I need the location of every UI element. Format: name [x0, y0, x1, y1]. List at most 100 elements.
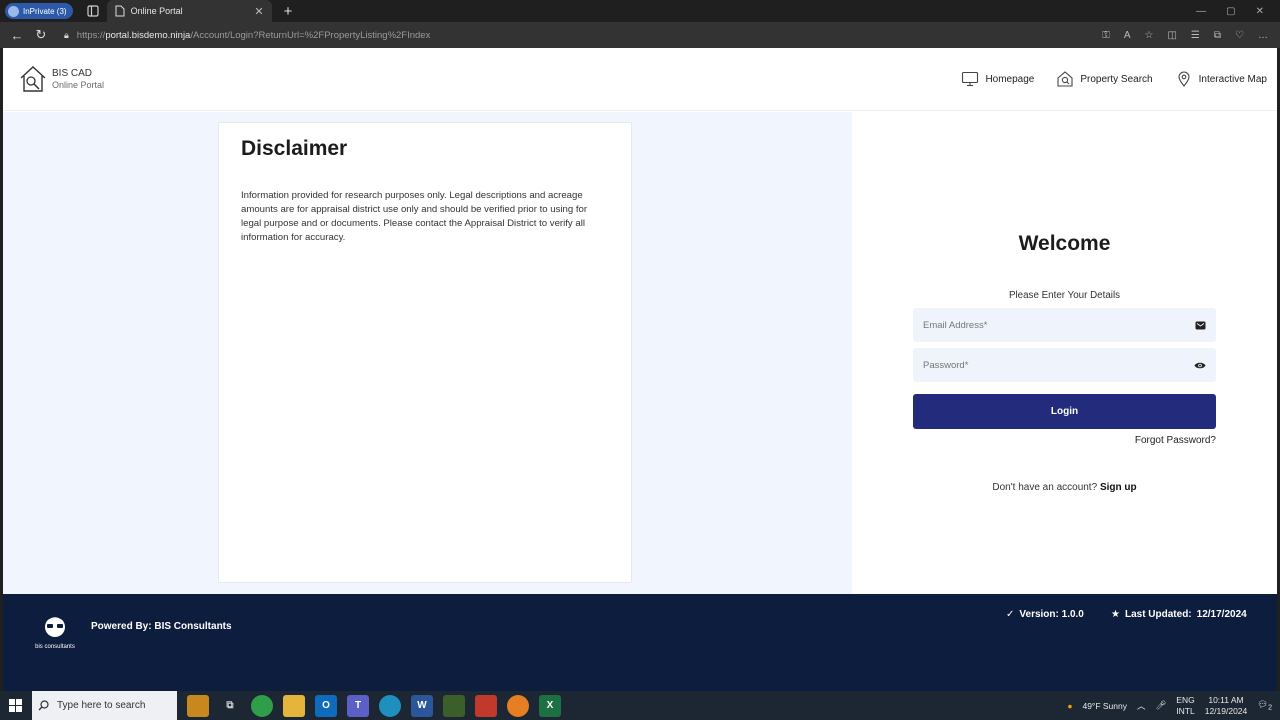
browser-essentials-icon[interactable]: ♡	[1235, 30, 1244, 41]
search-placeholder: Type here to search	[57, 700, 146, 711]
brand[interactable]: BIS CAD Online Portal	[52, 68, 104, 91]
no-account-text: Don't have an account?	[992, 482, 1098, 493]
taskbar-apps: ⧉ O T W X	[187, 694, 561, 717]
check-icon: ✓	[1006, 609, 1015, 620]
search-icon	[38, 700, 49, 711]
more-menu-icon[interactable]: …	[1258, 30, 1268, 41]
url-field[interactable]: https://portal.bisdemo.ninja/Account/Log…	[77, 30, 431, 41]
version-info: ✓ Version: 1.0.0	[1006, 609, 1084, 620]
page-icon	[115, 5, 125, 17]
microphone-icon[interactable]: 🎤︎	[1156, 700, 1167, 711]
key-icon[interactable]: ⚿	[1102, 30, 1110, 41]
monitor-icon	[962, 71, 979, 87]
password-field[interactable]	[913, 348, 1216, 382]
email-field[interactable]	[913, 308, 1216, 342]
date: 12/19/2024	[1204, 705, 1248, 716]
top-nav: Homepage Property Search Interactive Map	[961, 70, 1267, 88]
welcome-heading: Welcome	[1018, 232, 1111, 255]
login-button[interactable]: Login	[913, 394, 1216, 429]
window-controls: — ▢ ✕	[1196, 6, 1264, 17]
lang-1: ENG	[1176, 694, 1195, 705]
logo-text: bis consultants	[35, 644, 75, 650]
weather-text[interactable]: 49°F Sunny	[1082, 701, 1127, 711]
lang-2: INTL	[1176, 705, 1195, 716]
search-house-icon	[1057, 71, 1073, 87]
windows-taskbar: Type here to search ⧉ O T W X ● 49°F Sun…	[0, 691, 1280, 720]
browser-toolbar: ⚿ A ☆ ◫ ☰ ⧉ ♡ …	[1102, 30, 1268, 41]
nav-property-search[interactable]: Property Search	[1056, 70, 1153, 88]
minimize-icon[interactable]: —	[1196, 6, 1206, 17]
favorites-icon[interactable]: ☰	[1191, 30, 1200, 41]
disclaimer-panel: Disclaimer Information provided for rese…	[3, 112, 852, 594]
work-briefcase-icon[interactable]	[187, 694, 209, 717]
nav-homepage[interactable]: Homepage	[961, 70, 1034, 88]
back-icon[interactable]: ←	[10, 28, 24, 43]
bis-consultants-logo: bis consultants	[35, 615, 75, 650]
tab-actions-icon[interactable]	[85, 3, 101, 19]
file-explorer-icon[interactable]	[283, 694, 305, 717]
outlook-icon[interactable]: O	[315, 694, 337, 717]
disclaimer-text: Information provided for research purpos…	[241, 190, 588, 243]
excel-icon[interactable]: X	[539, 694, 561, 717]
close-tab-icon[interactable]: ✕	[254, 5, 263, 18]
disclaimer-card: Disclaimer Information provided for rese…	[218, 122, 632, 583]
close-window-icon[interactable]: ✕	[1256, 6, 1264, 17]
maximize-icon[interactable]: ▢	[1226, 6, 1235, 17]
last-updated-date: 12/17/2024	[1196, 609, 1247, 620]
disclaimer-title: Disclaimer	[241, 137, 348, 160]
star-icon: ★	[1111, 609, 1120, 620]
drawing-app-icon[interactable]	[507, 694, 529, 717]
site-footer: bis consultants Powered By: BIS Consulta…	[3, 594, 1277, 691]
taskbar-search[interactable]: Type here to search	[32, 691, 177, 720]
nav-interactive-map[interactable]: Interactive Map	[1175, 70, 1267, 88]
browser-tab-bar: InPrivate (3) Online Portal ✕ + — ▢ ✕	[0, 0, 1280, 22]
nav-homepage-label: Homepage	[985, 73, 1035, 85]
system-tray: ● 49°F Sunny ︿ 🎤︎ ENG INTL 10:11 AM 12/1…	[1067, 695, 1272, 717]
envelope-icon	[1194, 319, 1206, 331]
password-input[interactable]	[923, 359, 1194, 371]
profile-avatar	[8, 5, 19, 17]
lock-icon[interactable]: 🔒︎	[64, 30, 69, 41]
sign-up-link[interactable]: Sign up	[1100, 482, 1137, 493]
map-pin-icon	[1178, 71, 1190, 87]
clock[interactable]: 10:11 AM 12/19/2024	[1205, 695, 1248, 717]
collections-icon[interactable]: ⧉	[1214, 30, 1221, 41]
url-scheme: https://	[76, 29, 106, 41]
version-text: Version: 1.0.0	[1019, 609, 1084, 620]
main-content: Disclaimer Information provided for rese…	[3, 112, 1277, 594]
read-aloud-icon[interactable]: A	[1124, 30, 1131, 41]
refresh-icon[interactable]: ↻	[34, 27, 48, 43]
chrome-icon[interactable]	[251, 694, 273, 717]
login-panel: Welcome Please Enter Your Details Login …	[852, 112, 1277, 594]
inprivate-badge[interactable]: InPrivate (3)	[5, 3, 73, 19]
weather-icon[interactable]: ●	[1067, 701, 1072, 711]
new-tab-icon[interactable]: +	[284, 3, 293, 20]
email-input[interactable]	[923, 319, 1194, 331]
word-icon[interactable]: W	[411, 694, 433, 717]
language-indicator[interactable]: ENG INTL	[1176, 695, 1194, 717]
brand-subtitle: Online Portal	[52, 79, 105, 90]
task-view-icon[interactable]: ⧉	[219, 695, 241, 717]
teams-icon[interactable]: T	[347, 694, 369, 717]
browser-tab[interactable]: Online Portal ✕	[106, 0, 272, 22]
nav-interactive-map-label: Interactive Map	[1198, 73, 1267, 85]
favorite-star-icon[interactable]: ☆	[1145, 30, 1154, 41]
notification-icon[interactable]: 💬︎2	[1257, 699, 1272, 712]
house-logo-icon[interactable]	[18, 63, 48, 95]
login-subtitle: Please Enter Your Details	[1008, 290, 1121, 301]
chevron-up-icon[interactable]: ︿	[1137, 700, 1146, 712]
address-bar: ← ↻ 🔒︎ https://portal.bisdemo.ninja/Acco…	[0, 22, 1280, 48]
terminal-app-icon[interactable]	[443, 694, 465, 717]
url-path: /Account/Login?ReturnUrl=%2FPropertyList…	[190, 29, 431, 41]
last-updated-label: Last Updated:	[1124, 609, 1192, 620]
site-header: BIS CAD Online Portal Homepage Property …	[3, 48, 1277, 111]
eye-icon[interactable]	[1194, 359, 1206, 371]
forgot-password-link[interactable]: Forgot Password?	[1135, 435, 1216, 446]
remote-desktop-icon[interactable]	[475, 694, 497, 717]
last-updated: ★ Last Updated: 12/17/2024	[1111, 609, 1247, 620]
split-screen-icon[interactable]: ◫	[1167, 30, 1176, 41]
url-host: portal.bisdemo.ninja	[105, 29, 191, 41]
brand-name: BIS CAD	[52, 67, 93, 79]
edge-icon[interactable]	[379, 694, 401, 717]
start-button[interactable]	[0, 699, 30, 712]
